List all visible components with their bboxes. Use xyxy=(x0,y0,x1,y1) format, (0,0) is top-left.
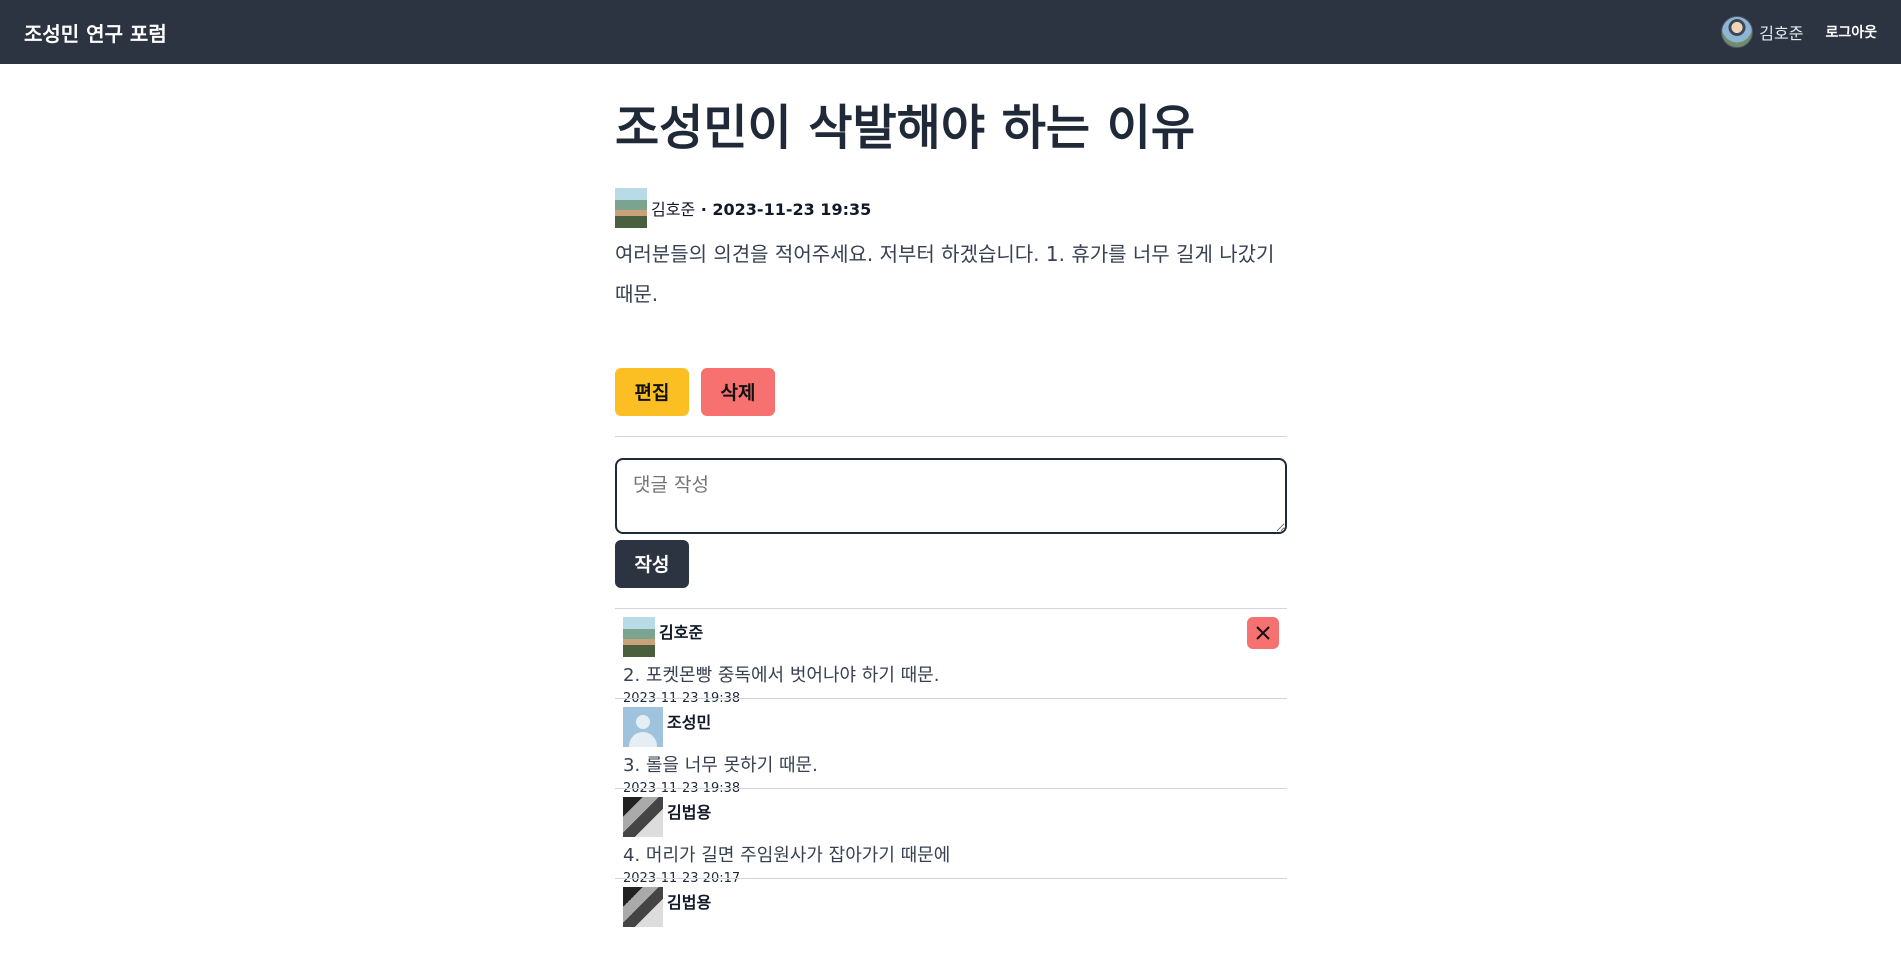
divider xyxy=(615,435,1287,437)
post-date: 2023-11-23 19:35 xyxy=(712,199,872,219)
comment-text: 2. 포켓몬빵 중독에서 벗어나야 하기 때문. xyxy=(623,664,940,686)
comment-avatar xyxy=(623,616,655,657)
user-avatar[interactable] xyxy=(1721,16,1754,48)
nav-user-name[interactable]: 김호준 xyxy=(1759,20,1803,44)
comment-avatar xyxy=(623,886,663,927)
post-container: 조성민이 삭발해야 하는 이유 김호준 · 2023-11-23 19:35 여… xyxy=(615,64,1287,968)
post-body: 여러분들의 의견을 적어주세요. 저부터 하겠습니다. 1. 휴가를 너무 길게… xyxy=(615,241,1275,306)
close-icon xyxy=(1256,625,1270,640)
comment-author: 김호준 xyxy=(659,622,704,642)
comment-item: 김법용 4. 머리가 길면 주임원사가 잡아가기 때문에 2023-11-23 … xyxy=(615,787,1287,886)
comment-input[interactable] xyxy=(615,457,1287,534)
navbar: 조성민 연구 포럼 김호준 로그아웃 xyxy=(0,0,1901,64)
meta-separator: · xyxy=(695,199,713,219)
comment-item: 조성민 3. 롤을 너무 못하기 때문. 2023-11-23 19:38 xyxy=(615,697,1287,796)
submit-comment-button[interactable]: 작성 xyxy=(615,539,689,588)
comment-delete-button[interactable] xyxy=(1247,616,1279,649)
edit-button[interactable]: 편집 xyxy=(615,367,689,416)
comment-avatar xyxy=(623,706,663,747)
comment-text: 4. 머리가 길면 주임원사가 잡아가기 때문에 xyxy=(623,844,951,866)
comment-author: 김법용 xyxy=(667,892,712,912)
comment-item: 김법용 xyxy=(615,877,1287,968)
comment-author: 김법용 xyxy=(667,802,712,822)
post-title: 조성민이 삭발해야 하는 이유 xyxy=(615,100,1196,156)
post-author: 김호준 xyxy=(651,199,696,219)
comment-list: 김호준 2. 포켓몬빵 중독에서 벗어나야 하기 때문. 2023-11-23 … xyxy=(615,607,1287,968)
nav-user-area: 김호준 로그아웃 xyxy=(1721,16,1877,48)
comment-avatar xyxy=(623,796,663,837)
post-author-line: 김호준 · 2023-11-23 19:35 xyxy=(651,196,871,220)
author-avatar xyxy=(615,187,647,228)
post-actions: 편집 삭제 xyxy=(615,367,1287,416)
logout-button[interactable]: 로그아웃 xyxy=(1825,22,1877,42)
site-brand-link[interactable]: 조성민 연구 포럼 xyxy=(24,18,167,47)
post-meta: 김호준 · 2023-11-23 19:35 xyxy=(615,187,1287,228)
comment-item: 김호준 2. 포켓몬빵 중독에서 벗어나야 하기 때문. 2023-11-23 … xyxy=(615,607,1287,706)
comment-text: 3. 롤을 너무 못하기 때문. xyxy=(623,754,818,776)
delete-button[interactable]: 삭제 xyxy=(701,367,775,416)
comment-author: 조성민 xyxy=(667,712,712,732)
